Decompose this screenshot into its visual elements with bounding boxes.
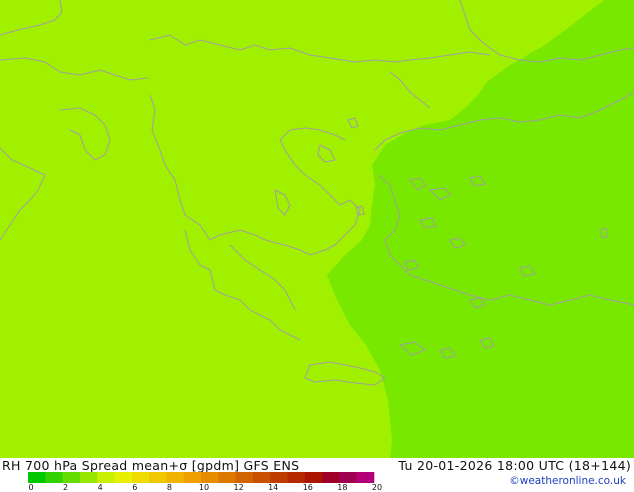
- color-scale-swatch: [270, 472, 288, 483]
- color-scale-tick-label: 0: [28, 483, 34, 492]
- map-title: RH 700 hPa Spread mean+σ [gpdm] GFS ENS: [2, 458, 300, 473]
- color-scale-tick-label: 14: [268, 483, 279, 492]
- color-scale-swatch: [149, 472, 167, 483]
- weather-map: [0, 0, 634, 458]
- color-scale-tick-label: 2: [63, 483, 69, 492]
- color-scale-swatch: [304, 472, 323, 483]
- color-scale-swatch: [166, 472, 184, 483]
- color-scale-tick-label: 10: [198, 483, 210, 492]
- color-scale-swatch: [287, 472, 306, 483]
- color-scale-swatch: [356, 472, 375, 483]
- color-scale-tick-label: 6: [132, 483, 138, 492]
- color-scale-swatch: [183, 472, 202, 483]
- color-scale-swatch: [79, 472, 98, 483]
- color-scale-swatch: [45, 472, 63, 483]
- color-scale-tick-label: 18: [337, 483, 348, 492]
- color-scale-tick-label: 4: [97, 483, 103, 492]
- color-scale-swatch: [114, 472, 133, 483]
- color-scale-swatch: [322, 472, 340, 483]
- color-scale-tick-label: 8: [166, 483, 172, 492]
- color-scale-swatch: [339, 472, 357, 483]
- valid-time: Tu 20-01-2026 18:00 UTC (18+144): [398, 458, 631, 473]
- color-scale-tick-label: 16: [302, 483, 313, 492]
- color-scale-tick-label: 20: [371, 483, 383, 492]
- color-scale-swatch: [97, 472, 115, 483]
- color-scale: [28, 472, 375, 483]
- color-scale-swatch: [201, 472, 219, 483]
- color-scale-swatch: [28, 472, 46, 483]
- credit-link[interactable]: ©weatheronline.co.uk: [509, 475, 626, 487]
- color-scale-swatch: [131, 472, 150, 483]
- color-scale-tick-label: 12: [233, 483, 244, 492]
- color-scale-swatch: [62, 472, 81, 483]
- color-scale-swatch: [235, 472, 254, 483]
- color-scale-swatch: [218, 472, 236, 483]
- color-scale-swatch: [252, 472, 271, 483]
